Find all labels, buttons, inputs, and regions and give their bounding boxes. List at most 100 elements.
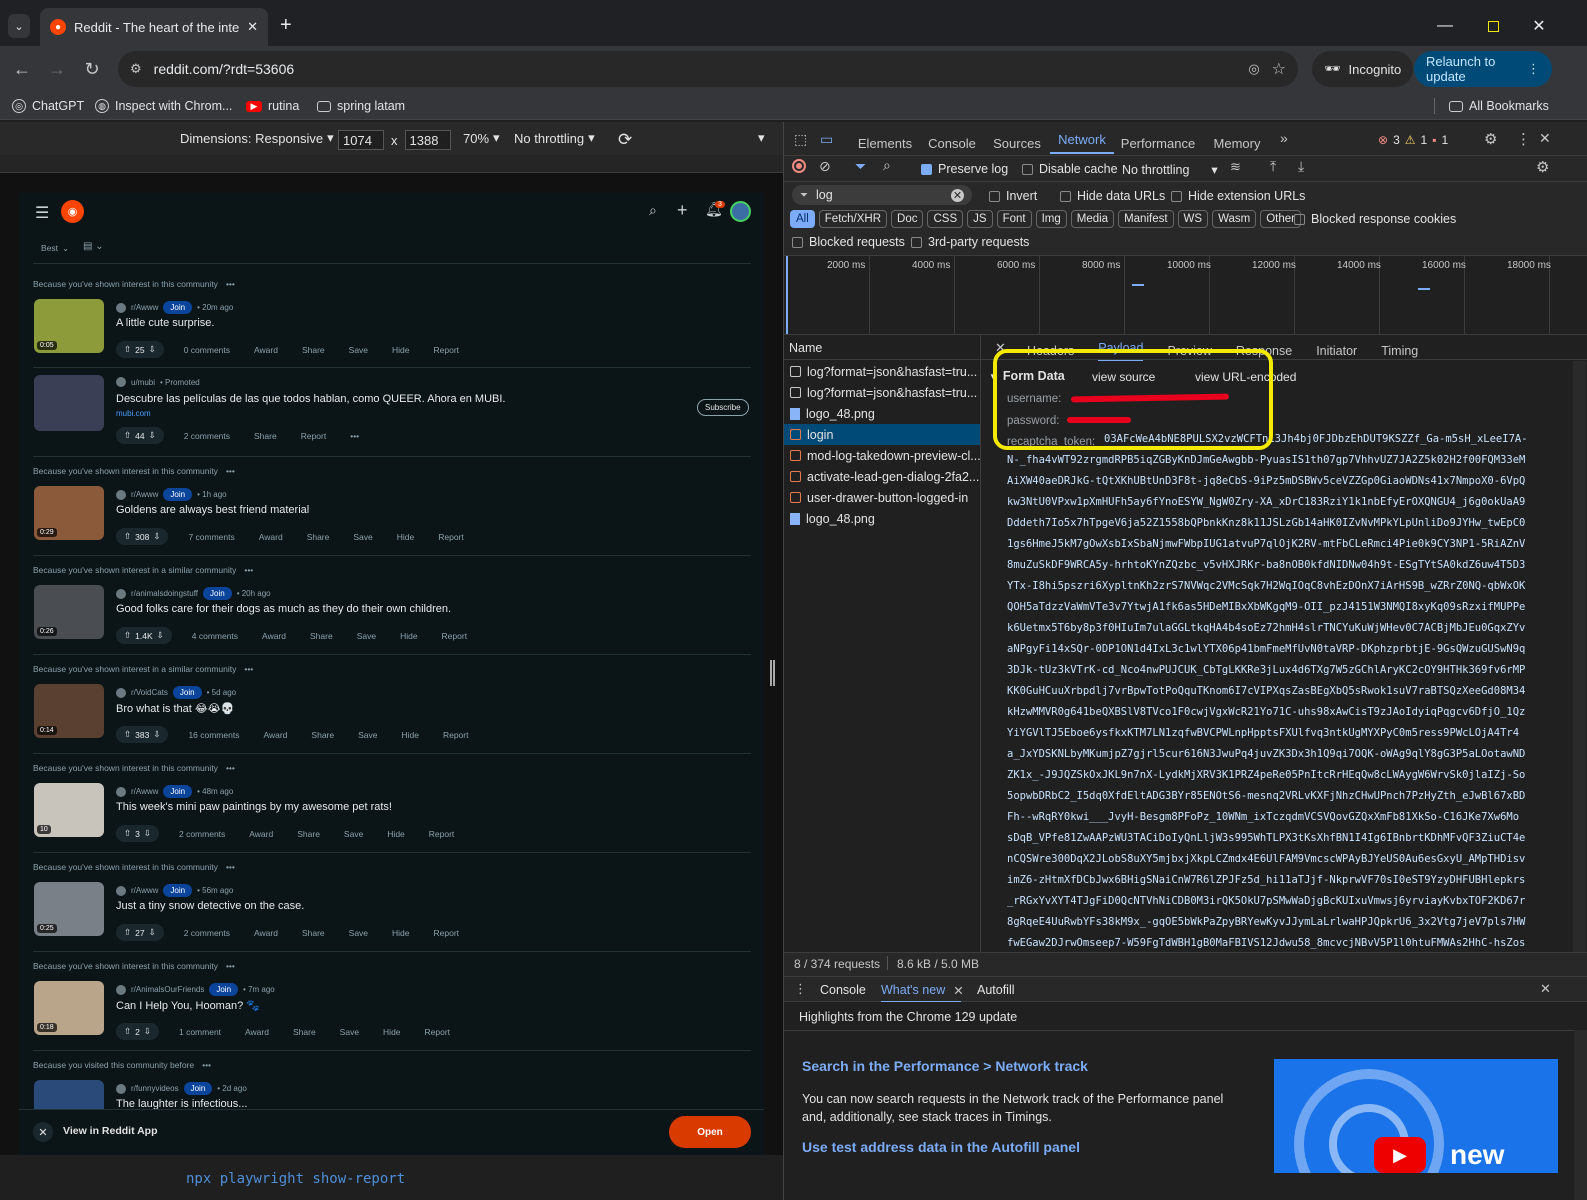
upvote-icon[interactable]: ⇧ — [124, 630, 131, 641]
tab-search-button[interactable]: ⌄ — [8, 14, 30, 38]
vote-control[interactable]: ⇧ 3 ⇩ — [116, 825, 159, 842]
zoom-select[interactable]: 70% ▾ — [463, 130, 500, 146]
post-action-hide[interactable]: Hide — [387, 829, 404, 839]
post-action-share[interactable]: Share — [293, 1027, 316, 1037]
upvote-icon[interactable]: ⇧ — [124, 927, 131, 938]
more-icon[interactable]: ••• — [244, 565, 253, 575]
detail-scrollbar[interactable] — [1573, 361, 1586, 963]
filter-input[interactable]: ⏷ log ✕ — [792, 185, 972, 205]
type-filter-fetchxhr[interactable]: Fetch/XHR — [818, 210, 888, 228]
subreddit-name[interactable]: r/Awww — [131, 787, 158, 796]
vertical-resize-handle[interactable] — [770, 660, 775, 686]
subreddit-avatar[interactable] — [116, 302, 126, 313]
subreddit-avatar[interactable] — [116, 984, 126, 995]
type-filter-img[interactable]: Img — [1035, 210, 1067, 228]
sort-select[interactable]: Best ⌄ — [41, 243, 69, 254]
join-button[interactable]: Join — [209, 983, 239, 996]
close-tab-icon[interactable]: ✕ — [953, 983, 963, 998]
network-throttle-select[interactable]: No throttling ▾ — [1122, 162, 1218, 178]
post-action-award[interactable]: Award — [259, 532, 283, 542]
checkbox-checked[interactable] — [921, 163, 932, 175]
blocked-requests-checkbox[interactable]: Blocked requests — [792, 235, 905, 249]
open-app-button[interactable]: Open — [669, 1116, 751, 1148]
upvote-icon[interactable]: ⇧ — [124, 531, 131, 542]
checkbox[interactable] — [989, 190, 1000, 202]
network-conditions-icon[interactable]: ≋ — [1230, 159, 1241, 175]
devtools-tab-elements[interactable]: Elements — [850, 136, 920, 151]
post-action-report[interactable]: Report — [442, 631, 468, 641]
post-action-award[interactable]: Award — [254, 345, 278, 355]
close-tab-icon[interactable]: ✕ — [247, 19, 258, 35]
drawer-menu-icon[interactable]: ⋮ — [794, 981, 807, 997]
more-tabs-icon[interactable]: » — [1280, 130, 1288, 146]
comments-button[interactable]: 2 comments — [179, 829, 225, 839]
subreddit-avatar[interactable] — [116, 588, 126, 599]
subreddit-name[interactable]: r/animalsdoingstuff — [131, 589, 198, 598]
comments-button[interactable]: 0 comments — [184, 345, 230, 355]
new-tab-button[interactable]: + — [280, 14, 292, 37]
type-filter-css[interactable]: CSS — [927, 210, 964, 228]
upvote-icon[interactable]: ⇧ — [124, 828, 131, 839]
drawer-tab-whats-new[interactable]: What's new ✕ — [881, 983, 964, 998]
subreddit-avatar[interactable] — [116, 687, 126, 698]
type-filter-all[interactable]: All — [790, 210, 815, 228]
drawer-tab-autofill[interactable]: Autofill — [977, 983, 1015, 997]
vote-control[interactable]: ⇧ 2 ⇩ — [116, 1023, 159, 1040]
post-action-report[interactable]: Report — [425, 1027, 451, 1037]
blocked-cookies-checkbox[interactable]: Blocked response cookies — [1294, 212, 1456, 226]
play-button-icon[interactable]: ▶ — [1374, 1137, 1426, 1173]
downvote-icon[interactable]: ⇩ — [149, 927, 156, 938]
vote-control[interactable]: ⇧ 308 ⇩ — [116, 528, 169, 545]
post-action-award[interactable]: Award — [263, 730, 287, 740]
create-post-icon[interactable]: + — [677, 200, 688, 221]
detail-tab-initiator[interactable]: Initiator — [1316, 344, 1357, 358]
post-action-award[interactable]: Award — [262, 631, 286, 641]
vote-control[interactable]: ⇧ 25 ⇩ — [116, 341, 164, 358]
vote-control[interactable]: ⇧ 44 ⇩ — [116, 427, 164, 444]
post-action-award[interactable]: Award — [254, 928, 278, 938]
dimensions-select[interactable]: Dimensions: Responsive ▾ — [180, 130, 334, 146]
post-title[interactable]: A little cute surprise. — [116, 317, 214, 329]
post-action-hide[interactable]: Hide — [397, 532, 414, 542]
hamburger-icon[interactable]: ☰ — [35, 203, 49, 223]
post-action-save[interactable]: Save — [349, 928, 368, 938]
checkbox[interactable] — [1022, 163, 1033, 175]
post-title[interactable]: This week's mini paw paintings by my awe… — [116, 801, 392, 813]
post-title[interactable]: Can I Help You, Hooman? 🐾 — [116, 999, 260, 1012]
post-action-report[interactable]: Report — [438, 532, 464, 542]
downvote-icon[interactable]: ⇩ — [144, 828, 151, 839]
more-icon[interactable]: ••• — [226, 466, 235, 476]
checkbox[interactable] — [911, 236, 922, 248]
subscribe-button[interactable]: Subscribe — [697, 399, 749, 416]
comments-button[interactable]: 7 comments — [188, 532, 234, 542]
request-row[interactable]: log?format=json&hasfast=tru... — [784, 382, 980, 403]
url-text[interactable]: reddit.com/?rdt=53606 — [154, 61, 1237, 77]
user-avatar[interactable] — [730, 201, 751, 222]
minimize-button[interactable]: — — [1430, 12, 1460, 40]
devtools-menu-icon[interactable]: ⋮ — [1516, 130, 1531, 148]
request-row[interactable]: log?format=json&hasfast=tru... — [784, 361, 980, 382]
view-select[interactable]: ▤ ⌄ — [83, 241, 104, 252]
news-link-1[interactable]: Search in the Performance > Network trac… — [802, 1058, 1088, 1074]
join-button[interactable]: Join — [163, 884, 193, 897]
post-action-report[interactable]: Report — [434, 928, 460, 938]
eye-off-icon[interactable]: ◎ — [1248, 61, 1259, 77]
subreddit-name[interactable]: u/mubi — [131, 378, 155, 387]
close-drawer-icon[interactable]: ✕ — [1540, 981, 1551, 997]
subreddit-avatar[interactable] — [116, 1083, 126, 1094]
post-action-save[interactable]: Save — [353, 532, 372, 542]
issue-counters[interactable]: ⊗ 3 ⚠ 1 ▪ 1 — [1378, 133, 1448, 147]
post-action-report[interactable]: Report — [301, 431, 327, 441]
device-more-icon[interactable]: ▾ — [758, 130, 765, 146]
post-action-award[interactable]: Award — [245, 1027, 269, 1037]
more-icon[interactable]: ••• — [226, 763, 235, 773]
type-filter-doc[interactable]: Doc — [891, 210, 924, 228]
more-icon[interactable]: ••• — [244, 664, 253, 674]
close-banner-icon[interactable]: ✕ — [33, 1122, 53, 1142]
incognito-badge[interactable]: 🕶 Incognito — [1312, 51, 1414, 87]
post-action-share[interactable]: Share — [302, 345, 325, 355]
upvote-icon[interactable]: ⇧ — [124, 729, 131, 740]
bookmark-spring-latam[interactable]: spring latam — [317, 96, 405, 116]
comments-button[interactable]: 2 comments — [184, 431, 230, 441]
post-thumbnail[interactable]: 10 — [34, 783, 104, 837]
